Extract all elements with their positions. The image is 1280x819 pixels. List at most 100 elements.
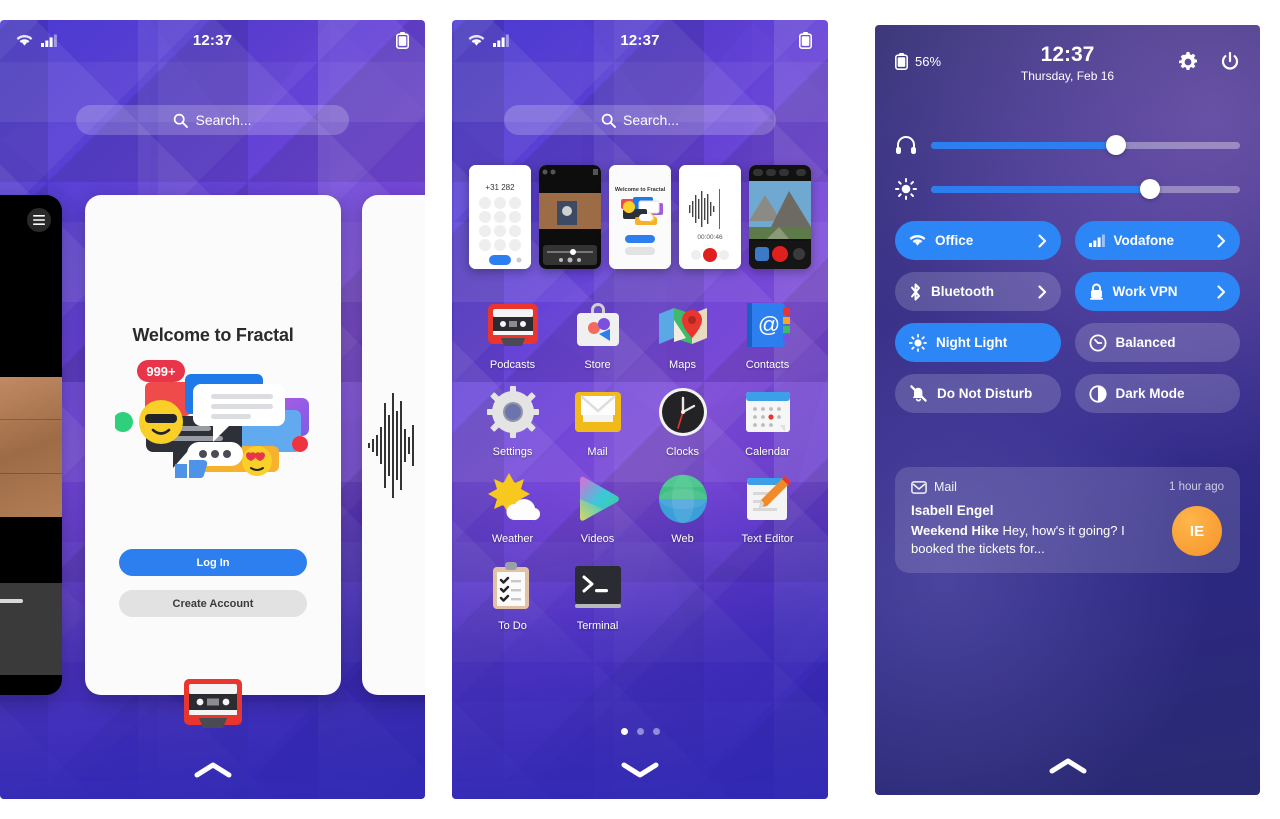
app-icon-mail[interactable]: Mail	[555, 385, 640, 458]
task-thumbnail-sound-recorder[interactable]: 00:00:46	[679, 165, 741, 269]
screenshot-stage: 12:37 Search... 03:17	[0, 0, 1280, 819]
app-label: Videos	[580, 533, 615, 545]
gear-icon[interactable]	[1178, 52, 1198, 72]
app-icon-to-do[interactable]: To Do	[470, 559, 555, 632]
app-icon-clocks[interactable]: Clocks	[640, 385, 725, 458]
chevron-right-icon[interactable]	[1217, 233, 1226, 248]
task-card-video-player[interactable]: 03:17	[0, 195, 62, 695]
search-icon	[173, 113, 189, 128]
task-card-fractal-welcome[interactable]: Welcome to Fractal 999+ Log In Create Ac…	[85, 195, 341, 695]
app-label: Web	[671, 533, 694, 545]
app-label: Maps	[669, 359, 696, 371]
page-dot-2[interactable]	[636, 728, 644, 735]
toggle-label: Work VPN	[1112, 284, 1178, 299]
sun-cloud-icon	[486, 472, 540, 526]
notification-app-name: Mail	[934, 480, 957, 494]
search-bar[interactable]: Search...	[504, 105, 776, 135]
task-card-carousel[interactable]: 03:17	[0, 195, 425, 695]
chevron-right-icon[interactable]	[1037, 284, 1047, 299]
app-icon-contacts[interactable]: @ Contacts	[725, 298, 810, 371]
control-center-gesture-chevron-up-icon[interactable]	[1048, 757, 1088, 775]
app-icon-store[interactable]: Store	[555, 298, 640, 371]
app-label: Store	[584, 359, 611, 371]
search-placeholder: Search...	[195, 112, 252, 128]
wifi-icon	[909, 234, 926, 247]
recorder-time: 00:00:46	[697, 234, 723, 241]
app-label: Contacts	[745, 359, 790, 371]
brightness-icon	[895, 178, 917, 200]
chat-illustration: 999+	[113, 360, 311, 480]
hamburger-menu-icon[interactable]	[27, 208, 51, 232]
app-icon-settings[interactable]: Settings	[470, 385, 555, 458]
video-controls-panel[interactable]: 03:17	[0, 583, 62, 675]
toggle-cellular-vodafone[interactable]: Vodafone	[1074, 221, 1240, 260]
dock-item-podcasts[interactable]	[183, 678, 243, 730]
app-icon-terminal[interactable]: Terminal	[555, 559, 640, 632]
toggle-power-profile-balanced[interactable]: Balanced	[1074, 323, 1240, 362]
toggle-bluetooth[interactable]: Bluetooth	[895, 272, 1061, 311]
power-icon[interactable]	[1220, 51, 1240, 72]
clock-icon	[656, 385, 710, 439]
toggle-label: Office	[935, 233, 974, 248]
recent-tasks-strip[interactable]: +31 282 Welcome to Fractal 00:00:46	[464, 165, 816, 269]
notification-subject: Weekend Hike	[911, 523, 999, 538]
app-icon-text-editor[interactable]: Text Editor	[725, 472, 810, 545]
log-in-button[interactable]: Log In	[119, 549, 307, 576]
toggle-label: Vodafone	[1113, 233, 1175, 248]
app-icon-weather[interactable]: Weather	[470, 472, 555, 545]
battery-icon	[799, 31, 812, 49]
brightness-slider-knob[interactable]	[1140, 179, 1161, 199]
toggle-work-vpn[interactable]: Work VPN	[1074, 272, 1240, 311]
app-label: Clocks	[665, 446, 699, 458]
status-time: 12:37	[620, 31, 660, 49]
page-dot-3[interactable]	[652, 728, 660, 735]
svg-text:@: @	[757, 312, 779, 337]
control-center-header: 56% 12:37 Thursday, Feb 16	[875, 43, 1260, 95]
notification-card-mail[interactable]: Mail 1 hour ago Isabell Engel Weekend Hi…	[895, 467, 1240, 574]
app-icon-podcasts[interactable]: Podcasts	[470, 298, 555, 371]
chevron-right-icon[interactable]	[1037, 233, 1047, 248]
quick-toggles[interactable]: Office Vodafone Bluetooth Work VPN Night…	[895, 221, 1240, 413]
app-icon-web[interactable]: Web	[640, 472, 725, 545]
task-thumbnail-fractal[interactable]: Welcome to Fractal	[609, 165, 671, 269]
app-grid[interactable]: Podcasts Store Maps @ Contacts Settings …	[470, 298, 810, 632]
task-card-sound-recorder[interactable]	[362, 195, 425, 695]
toggle-night-light[interactable]: Night Light	[895, 323, 1061, 362]
task-thumbnail-phone[interactable]: +31 282	[469, 165, 531, 269]
app-label: Text Editor	[741, 533, 794, 545]
chevron-right-icon[interactable]	[1217, 284, 1226, 299]
toggle-do-not-disturb[interactable]: Do Not Disturb	[895, 374, 1061, 413]
app-icon-calendar[interactable]: Calendar	[725, 385, 810, 458]
page-indicator[interactable]	[452, 728, 828, 735]
task-thumbnail-camera[interactable]	[749, 165, 811, 269]
app-icon-videos[interactable]: Videos	[555, 472, 640, 545]
bell-slash-icon	[909, 384, 928, 403]
audio-waveform-icon	[368, 385, 414, 505]
volume-slider-knob[interactable]	[1106, 135, 1127, 155]
night-light-icon	[908, 333, 927, 352]
toggle-dark-mode[interactable]: Dark Mode	[1074, 374, 1240, 413]
cassette-icon	[486, 298, 540, 352]
brightness-slider-track[interactable]	[931, 179, 1240, 199]
badge-count: 999+	[146, 364, 176, 379]
app-label: Weather	[491, 533, 534, 545]
app-label: To Do	[498, 620, 527, 632]
task-thumbnail-videos[interactable]	[539, 165, 601, 269]
address-book-icon: @	[741, 298, 795, 352]
create-account-button[interactable]: Create Account	[119, 590, 307, 617]
brightness-slider-row[interactable]	[895, 167, 1240, 211]
brightness-slider-fill	[931, 185, 1151, 193]
app-label: Settings	[492, 446, 533, 458]
volume-slider-track[interactable]	[931, 135, 1240, 155]
volume-slider-row[interactable]	[895, 123, 1240, 167]
toggle-label: Bluetooth	[931, 284, 994, 299]
toggle-label: Balanced	[1115, 335, 1176, 350]
status-time: 12:37	[192, 31, 233, 49]
video-progress-bar[interactable]	[0, 599, 23, 603]
drawer-gesture-chevron-down-icon[interactable]	[620, 761, 660, 779]
app-icon-maps[interactable]: Maps	[640, 298, 725, 371]
search-bar[interactable]: Search...	[76, 105, 349, 135]
home-gesture-chevron-up-icon[interactable]	[193, 761, 233, 779]
toggle-wifi-office[interactable]: Office	[895, 221, 1061, 260]
page-dot-1[interactable]	[620, 728, 628, 735]
